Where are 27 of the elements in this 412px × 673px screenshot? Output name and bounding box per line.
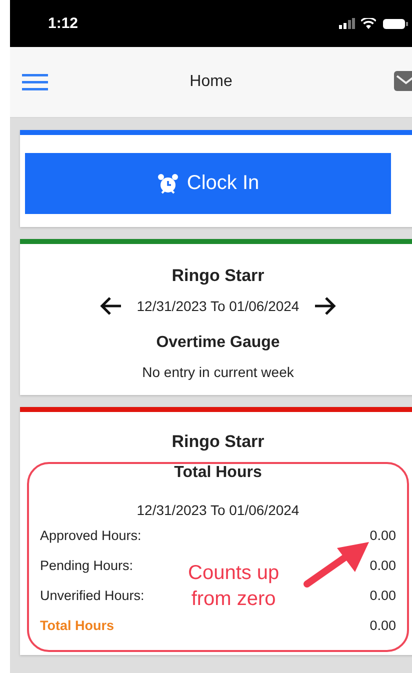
- hours-value: 0.00: [370, 528, 396, 543]
- page-title: Home: [188, 73, 234, 91]
- next-week-button[interactable]: [313, 296, 338, 316]
- annotation-note: Counts up from zero: [188, 561, 280, 612]
- section-heading: Overtime Gauge: [156, 334, 280, 352]
- empty-message: No entry in current week: [142, 364, 294, 380]
- section-heading: Total Hours: [174, 464, 262, 482]
- employee-name: Ringo Starr: [172, 266, 264, 286]
- hours-value: 0.00: [370, 618, 396, 633]
- clock-in-button[interactable]: Clock In: [25, 153, 391, 214]
- signal-icon: [339, 18, 355, 29]
- hours-label: Approved Hours:: [40, 528, 142, 543]
- hours-label: Pending Hours:: [40, 558, 134, 573]
- hours-value: 0.00: [370, 588, 396, 603]
- date-range: 12/31/2023 To 01/06/2024: [136, 298, 300, 314]
- alarm-clock-icon: [156, 172, 179, 194]
- previous-week-button[interactable]: [98, 296, 123, 316]
- hours-label: Unverified Hours:: [40, 588, 144, 603]
- mail-button[interactable]: [394, 71, 412, 91]
- employee-name: Ringo Starr: [172, 432, 264, 452]
- hours-label: Total Hours: [40, 618, 114, 633]
- hours-value: 0.00: [370, 558, 396, 573]
- status-time: 1:12: [48, 15, 78, 32]
- wifi-icon: [361, 18, 376, 29]
- date-range: 12/31/2023 To 01/06/2024: [136, 502, 300, 518]
- menu-button[interactable]: [22, 73, 48, 91]
- battery-icon: [382, 18, 408, 30]
